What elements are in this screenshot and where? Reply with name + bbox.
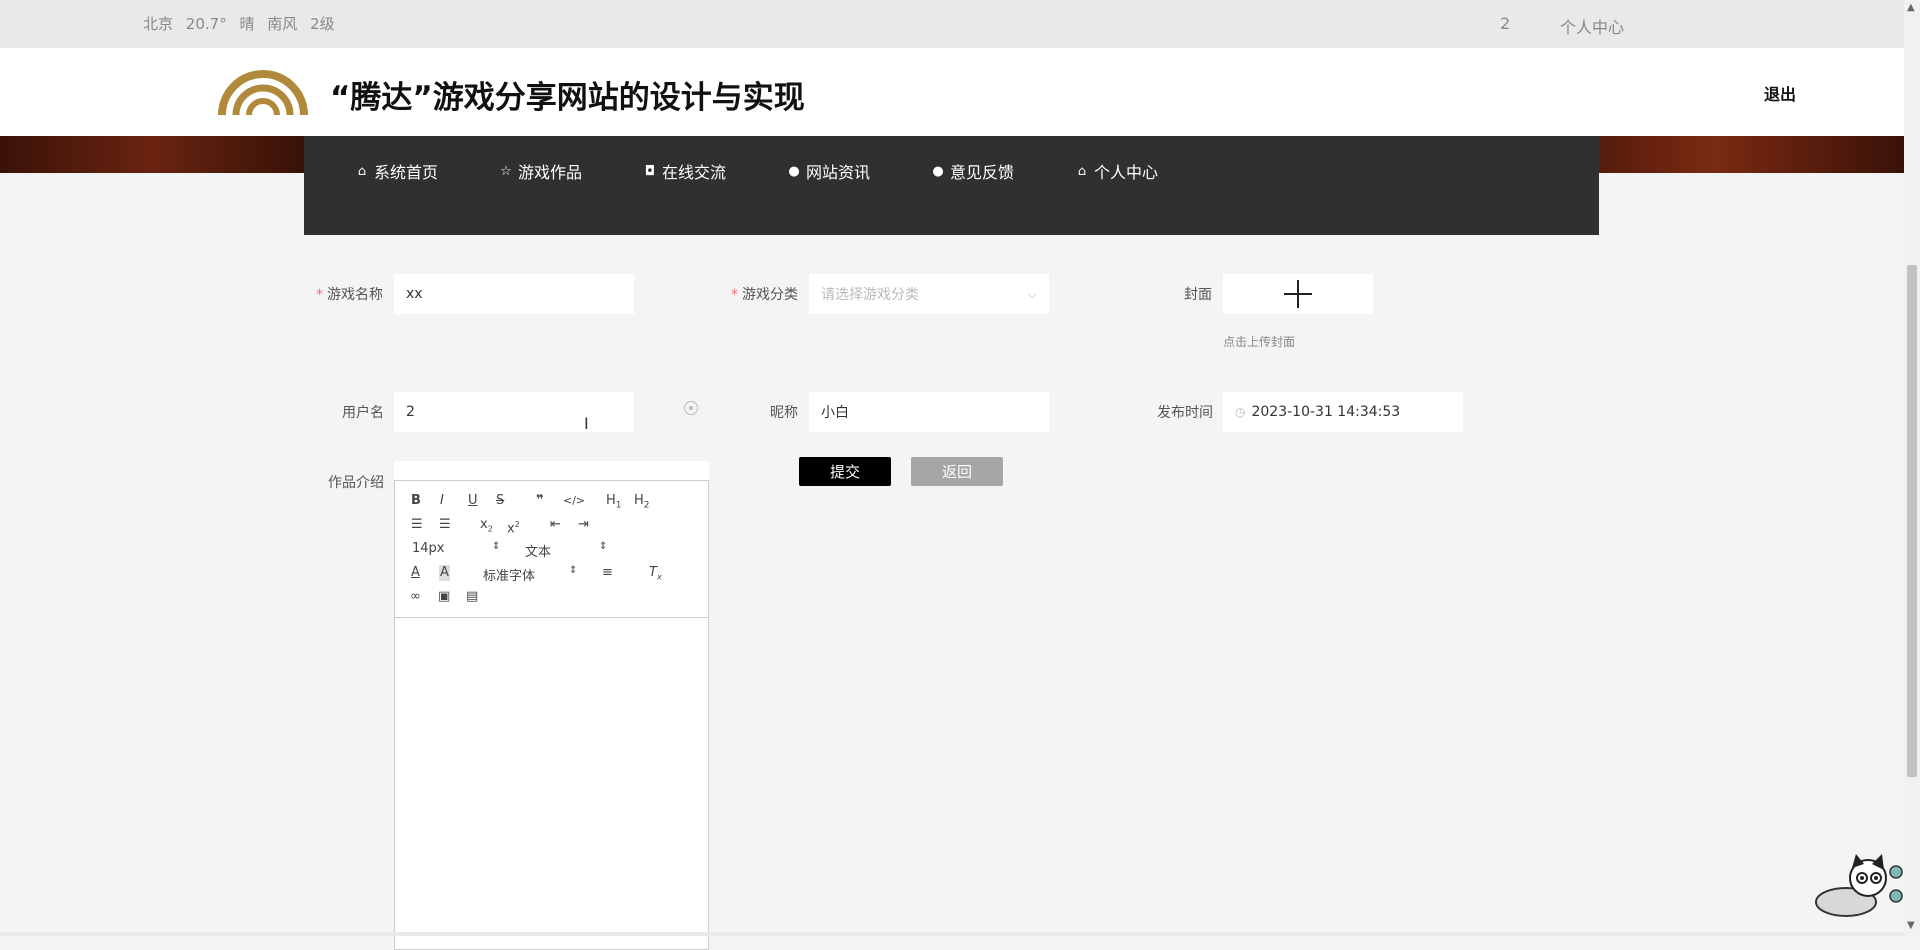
clock-icon: ◷ <box>1235 405 1246 419</box>
nav-item-label: 在线交流 <box>662 163 727 182</box>
superscript-icon[interactable]: x2 <box>507 517 520 537</box>
category-placeholder: 请选择游戏分类 <box>821 287 919 303</box>
select-arrow-icon: ⇕ <box>492 541 501 552</box>
scroll-down-icon[interactable]: ▼ <box>1907 920 1915 931</box>
nav-item-forum[interactable]: ◘ 在线交流 <box>642 159 726 183</box>
required-mark: * <box>316 287 323 303</box>
header-select[interactable]: 文本 ⇕ <box>525 541 607 560</box>
scroll-thumb[interactable] <box>1907 265 1917 777</box>
logout-link[interactable]: 退出 <box>1764 81 1796 105</box>
mascot-widget[interactable] <box>1810 852 1904 918</box>
page-bottom-edge <box>0 932 1904 936</box>
question-icon: ● <box>932 163 944 179</box>
video-icon[interactable]: ▤ <box>466 589 478 605</box>
font-family-select[interactable]: 标准字体 ⇕ <box>483 565 577 584</box>
clear-icon[interactable] <box>684 401 698 415</box>
top-bar: 北京 20.7° 晴 南风 2级 2 个人中心 <box>0 0 1904 48</box>
submit-button[interactable]: 提交 <box>799 457 891 486</box>
star-icon: ☆ <box>500 163 512 179</box>
font-size-select[interactable]: 14px ⇕ <box>412 541 500 556</box>
nav-item-home[interactable]: ⌂ 系统首页 <box>354 159 438 183</box>
underline-icon[interactable]: U <box>468 493 478 509</box>
nav-item-news[interactable]: ● 网站资讯 <box>786 159 870 183</box>
required-mark: * <box>731 287 738 303</box>
code-block-icon[interactable]: </> <box>563 493 585 509</box>
username-input[interactable]: 2 <box>394 392 634 432</box>
align-icon[interactable]: ≡ <box>602 565 613 581</box>
blockquote-icon[interactable]: ❞ <box>536 493 544 509</box>
rich-text-editor: B I U S ❞ </> H1 H2 ☰ ☰ x2 x2 ⇤ ⇥ 14px ⇕ … <box>394 480 709 950</box>
strikethrough-icon[interactable]: S <box>496 493 504 509</box>
select-arrow-icon: ⇕ <box>599 541 608 552</box>
clear-format-icon[interactable]: Tx <box>649 565 662 586</box>
game-name-label: * 游戏名称 <box>316 287 383 303</box>
weather-condition: 晴 <box>239 15 255 33</box>
nav-item-label: 系统首页 <box>374 163 439 182</box>
game-category-select[interactable]: 请选择游戏分类 ⌵ <box>809 274 1049 314</box>
weather-level: 2级 <box>310 15 335 33</box>
cover-upload-tip: 点击上传封面 <box>1223 335 1296 349</box>
weather-info: 北京 20.7° 晴 南风 2级 <box>143 13 343 34</box>
nav-item-label: 意见反馈 <box>950 163 1015 182</box>
outdent-icon[interactable]: ⇤ <box>550 517 561 533</box>
text-cursor-icon: I <box>584 414 589 433</box>
back-button[interactable]: 返回 <box>911 457 1003 486</box>
site-header: “腾达”游戏分享网站的设计与实现 退出 <box>0 48 1904 136</box>
bullet-list-icon[interactable]: ☰ <box>439 517 451 533</box>
indent-icon[interactable]: ⇥ <box>578 517 589 533</box>
intro-label: 作品介绍 <box>328 475 384 491</box>
nickname-label: 昵称 <box>770 405 798 421</box>
chevron-down-icon: ⌵ <box>1027 286 1037 301</box>
publish-time-input[interactable]: ◷ 2023-10-31 14:34:53 <box>1223 392 1463 432</box>
subscript-icon[interactable]: x2 <box>480 517 493 538</box>
home-icon: ⌂ <box>357 163 367 179</box>
bold-icon[interactable]: B <box>411 493 421 509</box>
home-icon: ⌂ <box>1077 163 1087 179</box>
username-label: 用户名 <box>342 405 384 421</box>
font-color-icon[interactable]: A <box>411 565 420 581</box>
nav-item-personal-center[interactable]: ⌂ 个人中心 <box>1074 159 1158 183</box>
top-username: 2 <box>1500 14 1511 33</box>
bag-icon: ◘ <box>644 163 656 179</box>
site-title: “腾达”游戏分享网站的设计与实现 <box>330 80 805 116</box>
nav-item-label: 网站资讯 <box>806 163 871 182</box>
weather-temp: 20.7° <box>185 15 227 33</box>
game-name-input[interactable]: xx <box>394 274 634 314</box>
page-scrollbar[interactable]: ▲ ▼ <box>1904 0 1920 936</box>
nav-item-feedback[interactable]: ● 意见反馈 <box>930 159 1014 183</box>
nickname-input[interactable]: 小白 <box>809 392 1049 432</box>
select-arrow-icon: ⇕ <box>569 565 578 576</box>
cover-label: 封面 <box>1184 287 1212 303</box>
link-icon[interactable]: ∞ <box>410 589 421 605</box>
image-icon[interactable]: ▣ <box>438 589 450 605</box>
nav-item-label: 游戏作品 <box>518 163 583 182</box>
site-logo <box>218 70 308 116</box>
ordered-list-icon[interactable]: ☰ <box>411 517 423 533</box>
weather-wind: 南风 <box>267 15 298 33</box>
nav-item-games[interactable]: ☆ 游戏作品 <box>498 159 582 183</box>
heading-1-icon[interactable]: H1 <box>606 493 622 514</box>
main-nav: ⌂ 系统首页 ☆ 游戏作品 ◘ 在线交流 ● 网站资讯 ● 意见反馈 ⌂ 个人中… <box>304 136 1599 235</box>
background-color-icon[interactable]: A <box>439 565 450 581</box>
heading-2-icon[interactable]: H2 <box>634 493 650 514</box>
publish-time-label: 发布时间 <box>1157 405 1213 421</box>
editor-content-area[interactable] <box>395 618 708 949</box>
nav-item-label: 个人中心 <box>1094 163 1159 182</box>
editor-toolbar: B I U S ❞ </> H1 H2 ☰ ☰ x2 x2 ⇤ ⇥ 14px ⇕ … <box>395 481 708 618</box>
editor-top-strip <box>394 461 709 481</box>
weather-city: 北京 <box>143 15 174 33</box>
italic-icon[interactable]: I <box>440 493 444 509</box>
scroll-up-icon[interactable]: ▲ <box>1907 2 1915 13</box>
top-personal-center-link[interactable]: 个人中心 <box>1560 14 1624 38</box>
info-icon: ● <box>788 163 800 179</box>
cover-upload[interactable] <box>1223 274 1373 314</box>
game-category-label: * 游戏分类 <box>731 287 798 303</box>
